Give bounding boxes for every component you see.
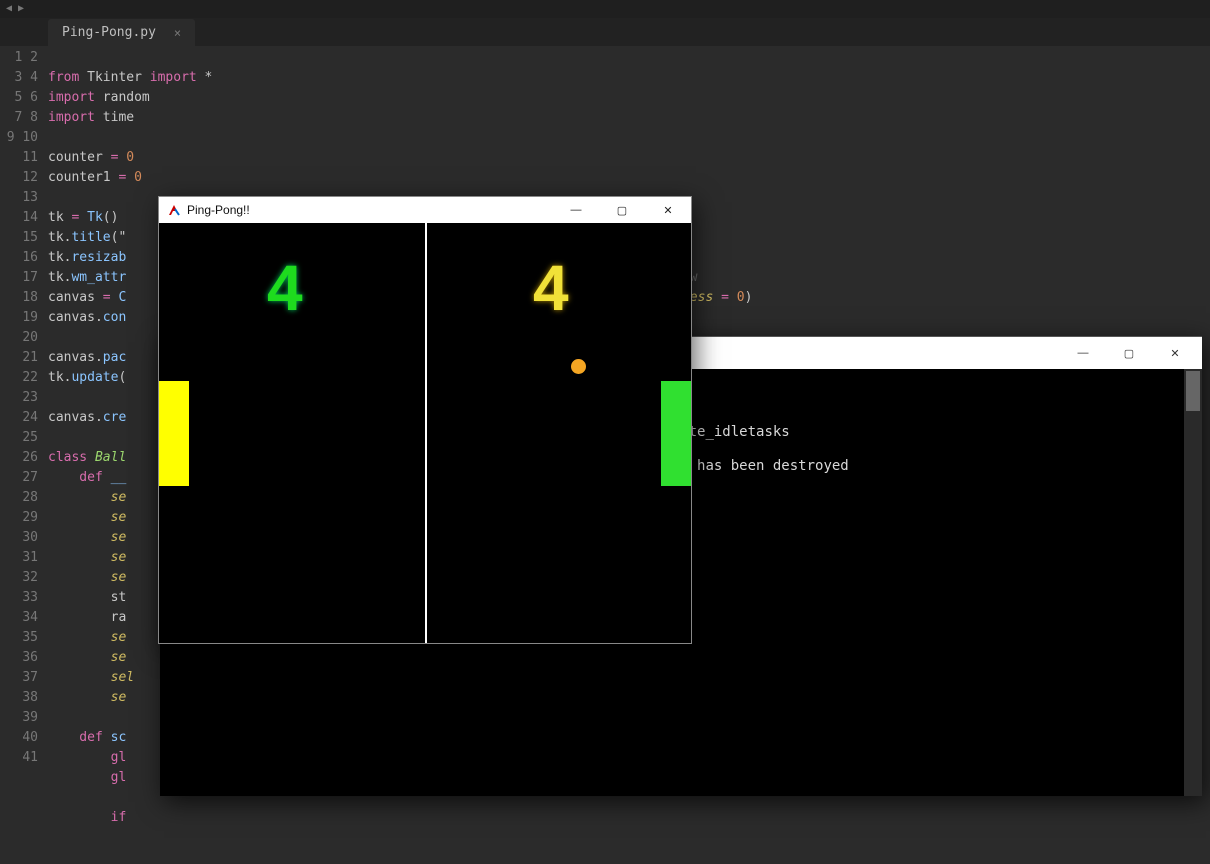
editor-titlebar: ◀ ▶ [0, 0, 1210, 18]
tab-label: Ping-Pong.py [62, 25, 156, 40]
minimize-button[interactable]: — [1060, 337, 1106, 369]
maximize-button[interactable]: ▢ [1106, 337, 1152, 369]
score-right: 4 [533, 251, 569, 325]
game-canvas[interactable]: 4 4 [159, 223, 691, 643]
game-titlebar[interactable]: Ping-Pong!! — ▢ ✕ [159, 197, 691, 223]
game-title: Ping-Pong!! [187, 203, 553, 217]
nav-fwd-icon[interactable]: ▶ [18, 4, 24, 14]
game-window: Ping-Pong!! — ▢ ✕ 4 4 [158, 196, 692, 644]
maximize-button[interactable]: ▢ [599, 197, 645, 223]
paddle-right [661, 381, 691, 486]
center-net [425, 223, 427, 643]
ball [571, 359, 586, 374]
tab-ping-pong[interactable]: Ping-Pong.py × [48, 19, 195, 46]
score-left: 4 [267, 251, 303, 325]
paddle-left [159, 381, 189, 486]
close-button[interactable]: ✕ [1152, 337, 1198, 369]
nav-back-icon[interactable]: ◀ [6, 4, 12, 14]
scroll-thumb[interactable] [1186, 371, 1200, 411]
line-gutter: 1 2 3 4 5 6 7 8 9 10 11 12 13 14 15 16 1… [0, 46, 48, 864]
close-icon[interactable]: × [174, 26, 181, 40]
close-button[interactable]: ✕ [645, 197, 691, 223]
console-scrollbar[interactable] [1184, 369, 1202, 796]
minimize-button[interactable]: — [553, 197, 599, 223]
tk-icon [167, 203, 181, 217]
tab-strip: Ping-Pong.py × [0, 18, 1210, 46]
